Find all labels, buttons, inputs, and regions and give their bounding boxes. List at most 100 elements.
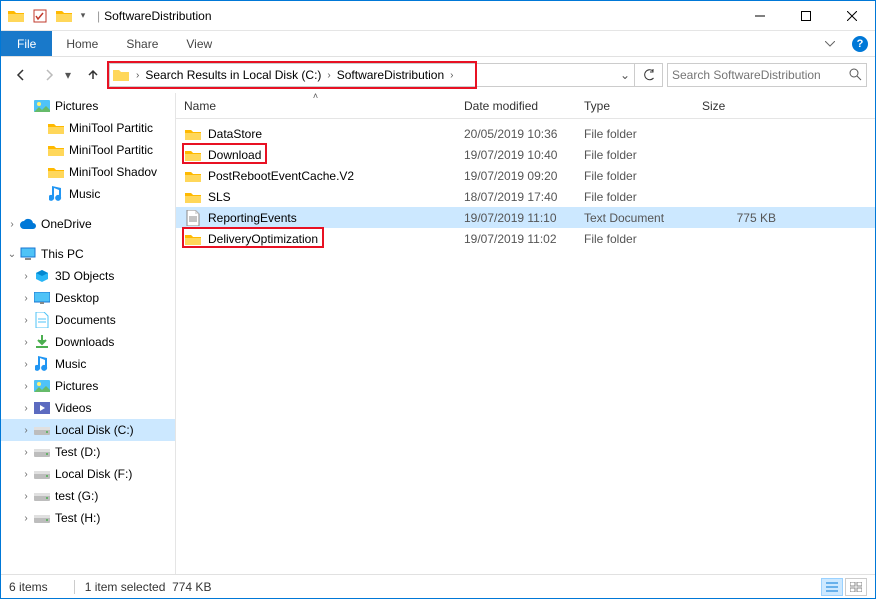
chevron-icon[interactable]: ⌄ (5, 249, 19, 260)
column-headers: Name˄ Date modified Type Size (176, 93, 875, 119)
tree-item-label: OneDrive (41, 217, 92, 231)
chevron-icon[interactable]: › (19, 271, 33, 282)
tree-item-minitool-partitic[interactable]: MiniTool Partitic (1, 139, 175, 161)
chevron-icon[interactable]: › (19, 447, 33, 458)
tree-item-documents[interactable]: ›Documents (1, 309, 175, 331)
disk-icon (33, 422, 51, 438)
chevron-icon[interactable]: › (19, 469, 33, 480)
address-bar[interactable]: › Search Results in Local Disk (C:) › So… (109, 63, 663, 87)
forward-button[interactable] (37, 63, 61, 87)
file-row[interactable]: SLS18/07/2019 17:40File folder (176, 186, 875, 207)
breadcrumb-segment[interactable]: SoftwareDistribution (335, 68, 446, 82)
file-name: DeliveryOptimization (208, 232, 318, 246)
tree-item-minitool-partitic[interactable]: MiniTool Partitic (1, 117, 175, 139)
disk-icon (33, 488, 51, 504)
icons-view-button[interactable] (845, 578, 867, 596)
pictures-icon (33, 98, 51, 114)
file-date: 20/05/2019 10:36 (456, 127, 576, 141)
folder-icon[interactable] (5, 5, 27, 27)
txt-icon (184, 210, 202, 226)
tree-item-label: Local Disk (F:) (55, 467, 132, 481)
chevron-icon[interactable]: › (19, 293, 33, 304)
refresh-button[interactable] (634, 64, 662, 86)
tab-view[interactable]: View (172, 31, 226, 56)
breadcrumb-segment[interactable]: Search Results in Local Disk (C:) (143, 68, 323, 82)
file-row[interactable]: Download19/07/2019 10:40File folder (176, 144, 875, 165)
status-separator (74, 580, 75, 594)
chevron-icon[interactable]: › (5, 219, 19, 230)
address-dropdown[interactable]: ⌄ (616, 68, 634, 82)
file-row[interactable]: DeliveryOptimization19/07/2019 11:02File… (176, 228, 875, 249)
column-type[interactable]: Type (576, 93, 694, 118)
close-button[interactable] (829, 1, 875, 31)
ribbon-expand-button[interactable] (815, 31, 845, 56)
chevron-icon[interactable]: › (19, 425, 33, 436)
tree-item-local-disk-f-[interactable]: › Local Disk (F:) (1, 463, 175, 485)
history-dropdown[interactable]: ▾ (65, 68, 77, 82)
details-view-button[interactable] (821, 578, 843, 596)
pictures-icon (33, 378, 51, 394)
column-date[interactable]: Date modified (456, 93, 576, 118)
chevron-icon[interactable]: › (19, 337, 33, 348)
back-button[interactable] (9, 63, 33, 87)
tab-share[interactable]: Share (112, 31, 172, 56)
tree-item-test-g-[interactable]: › test (G:) (1, 485, 175, 507)
chevron-icon[interactable]: › (19, 513, 33, 524)
tree-item-label: Music (69, 187, 100, 201)
column-name[interactable]: Name˄ (176, 93, 456, 118)
tree-item-3d-objects[interactable]: ›3D Objects (1, 265, 175, 287)
folder-icon (110, 68, 132, 82)
music-icon (33, 356, 51, 372)
folder-icon (47, 142, 65, 158)
file-date: 18/07/2019 17:40 (456, 190, 576, 204)
column-size[interactable]: Size (694, 93, 784, 118)
file-row[interactable]: PostRebootEventCache.V219/07/2019 09:20F… (176, 165, 875, 186)
file-row[interactable]: ReportingEvents19/07/2019 11:10Text Docu… (176, 207, 875, 228)
file-type: Text Document (576, 211, 694, 225)
tree-item-test-d-[interactable]: ›Test (D:) (1, 441, 175, 463)
navigation-pane[interactable]: PicturesMiniTool PartiticMiniTool Partit… (1, 93, 176, 574)
file-date: 19/07/2019 10:40 (456, 148, 576, 162)
properties-icon[interactable] (29, 5, 51, 27)
qat-dropdown-icon[interactable]: ▾ (77, 5, 89, 27)
chevron-right-icon[interactable]: › (446, 70, 457, 81)
search-icon[interactable] (848, 67, 862, 84)
3dobjects-icon (33, 268, 51, 284)
tree-item-downloads[interactable]: ›Downloads (1, 331, 175, 353)
tree-item-pictures[interactable]: Pictures (1, 95, 175, 117)
tree-item-test-h-[interactable]: ›Test (H:) (1, 507, 175, 529)
help-button[interactable]: ? (845, 31, 875, 56)
search-box[interactable] (667, 63, 867, 87)
file-tab[interactable]: File (1, 31, 52, 56)
folder-icon[interactable] (53, 5, 75, 27)
tree-item-videos[interactable]: ›Videos (1, 397, 175, 419)
tree-item-pictures[interactable]: › Pictures (1, 375, 175, 397)
tree-item-local-disk-c-[interactable]: ›Local Disk (C:) (1, 419, 175, 441)
file-row[interactable]: DataStore20/05/2019 10:36File folder (176, 123, 875, 144)
sort-indicator-icon: ˄ (313, 91, 318, 101)
tree-item-label: test (G:) (55, 489, 98, 503)
tree-item-minitool-shadov[interactable]: MiniTool Shadov (1, 161, 175, 183)
up-button[interactable] (81, 63, 105, 87)
tree-item-onedrive[interactable]: › OneDrive (1, 213, 175, 235)
tree-item-music[interactable]: ›Music (1, 353, 175, 375)
maximize-button[interactable] (783, 1, 829, 31)
search-input[interactable] (672, 68, 848, 82)
tree-item-label: Desktop (55, 291, 99, 305)
tree-item-label: Pictures (55, 379, 98, 393)
chevron-right-icon[interactable]: › (323, 70, 334, 81)
tab-home[interactable]: Home (52, 31, 112, 56)
chevron-right-icon[interactable]: › (132, 70, 143, 81)
chevron-icon[interactable]: › (19, 491, 33, 502)
file-name: Download (208, 148, 261, 162)
minimize-button[interactable] (737, 1, 783, 31)
chevron-icon[interactable]: › (19, 381, 33, 392)
chevron-icon[interactable]: › (19, 403, 33, 414)
chevron-icon[interactable]: › (19, 359, 33, 370)
status-bar: 6 items 1 item selected 774 KB (1, 574, 875, 598)
tree-item-music[interactable]: Music (1, 183, 175, 205)
tree-item-this-pc[interactable]: ⌄This PC (1, 243, 175, 265)
chevron-icon[interactable]: › (19, 315, 33, 326)
tree-item-desktop[interactable]: › Desktop (1, 287, 175, 309)
file-type: File folder (576, 169, 694, 183)
